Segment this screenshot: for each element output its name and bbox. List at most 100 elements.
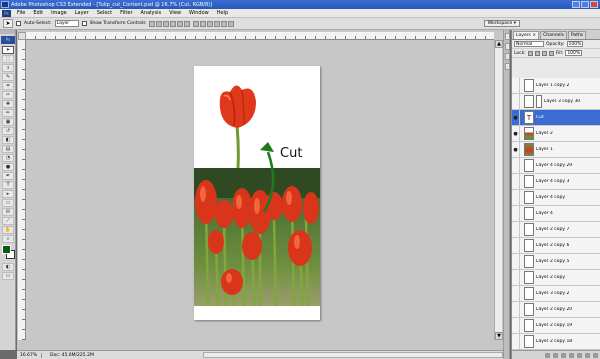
menu-edit[interactable]: Edit [29,10,47,16]
layer-row[interactable]: Layer 4 copy [512,189,600,206]
layer-row[interactable]: Layer 2 copy 20 [512,301,600,318]
history-panel-icon[interactable] [504,33,510,40]
maximize-icon[interactable] [581,1,589,8]
type-tool-icon[interactable]: T [2,181,14,189]
shape-tool-icon[interactable]: ▭ [2,199,14,207]
layer-row[interactable]: Layer 4 [512,205,600,222]
tab-channels[interactable]: Channels [540,31,567,39]
gradient-tool-icon[interactable]: ▤ [2,145,14,153]
horizontal-scrollbar[interactable] [203,352,503,358]
toolbox-badge[interactable]: Ps [1,36,15,44]
align-middle-icon[interactable] [155,20,162,27]
visibility-eye-icon[interactable] [512,333,520,350]
fill-input[interactable]: 100% [565,50,583,56]
menu-window[interactable]: Window [185,10,213,16]
layer-row[interactable]: Layer 2 copy [512,269,600,286]
layer-style-icon[interactable] [553,352,558,358]
layer-row[interactable]: ● T Cut [512,109,600,126]
blend-mode-select[interactable]: Normal [514,41,544,47]
lock-transparent-icon[interactable] [527,50,533,56]
visibility-eye-icon[interactable] [512,157,520,174]
visibility-eye-icon[interactable] [512,189,520,206]
quick-mask-icon[interactable]: ◐ [2,263,14,271]
layer-row[interactable]: ● Layer 1 [512,141,600,158]
app-menu-badge[interactable]: Ps [2,9,11,17]
layer-row[interactable]: Layer 4 copy 29 [512,157,600,174]
actions-panel-icon[interactable] [504,43,510,50]
notes-tool-icon[interactable]: ✉ [2,208,14,216]
foreground-color-swatch[interactable] [2,245,11,254]
visibility-eye-icon[interactable]: ● [512,109,520,126]
layer-mask-icon[interactable] [561,352,566,358]
visibility-eye-icon[interactable] [512,301,520,318]
menu-file[interactable]: File [13,10,29,16]
healing-tool-icon[interactable]: ✚ [2,100,14,108]
lock-all-icon[interactable] [548,50,554,56]
visibility-eye-icon[interactable] [512,253,520,270]
distribute-left-icon[interactable] [213,20,220,27]
tab-paths[interactable]: Paths [567,31,587,39]
visibility-eye-icon[interactable] [512,173,520,190]
opacity-input[interactable]: 100% [566,41,584,47]
doc-size-info[interactable]: Doc: 45.0M/225.2M [50,353,94,358]
lasso-tool-icon[interactable]: ↄ [2,64,14,72]
brush-tool-icon[interactable]: ✏ [2,109,14,117]
distribute-center-icon[interactable] [220,20,227,27]
menu-layer[interactable]: Layer [71,10,93,16]
toolbox-grip[interactable] [0,30,15,34]
lock-position-icon[interactable] [541,50,547,56]
visibility-eye-icon[interactable] [512,93,520,110]
menu-image[interactable]: Image [47,10,71,16]
layer-row[interactable]: Layer 2 copy 7 [512,221,600,238]
blur-tool-icon[interactable]: ◔ [2,154,14,162]
path-select-tool-icon[interactable]: ▸ [2,190,14,198]
menu-analysis[interactable]: Analysis [137,10,166,16]
visibility-eye-icon[interactable] [512,237,520,254]
layer-row[interactable]: Layer 2 copy 18 [512,333,600,350]
visibility-eye-icon[interactable] [512,205,520,222]
menu-select[interactable]: Select [93,10,116,16]
layer-row[interactable]: Layer 3 copy 30 [512,93,600,110]
quick-select-tool-icon[interactable]: ✎ [2,73,14,81]
distribute-middle-icon[interactable] [199,20,206,27]
distribute-top-icon[interactable] [192,20,199,27]
character-panel-icon[interactable] [504,53,510,60]
distribute-right-icon[interactable] [227,20,234,27]
visibility-eye-icon[interactable]: ● [512,141,520,158]
align-left-icon[interactable] [169,20,176,27]
ruler-origin[interactable] [18,32,26,40]
distribute-bottom-icon[interactable] [206,20,213,27]
horizontal-ruler[interactable] [26,32,494,40]
scroll-down-icon[interactable]: ▼ [495,332,503,340]
auto-select-dropdown[interactable]: Layer [54,20,79,27]
move-tool-icon[interactable]: ➤ [3,19,13,28]
paragraph-panel-icon[interactable] [504,63,510,70]
adjustment-layer-icon[interactable] [569,352,574,358]
slice-tool-icon[interactable]: ✂ [2,91,14,99]
align-right-icon[interactable] [183,20,190,27]
hand-tool-icon[interactable]: ✋ [2,226,14,234]
minimize-icon[interactable] [572,1,580,8]
layer-row[interactable]: Layer 3 copy 2 [512,285,600,302]
lock-pixels-icon[interactable] [534,50,540,56]
crop-tool-icon[interactable]: ⌗ [2,82,14,90]
align-center-icon[interactable] [176,20,183,27]
eraser-tool-icon[interactable]: ◧ [2,136,14,144]
pen-tool-icon[interactable]: ✒ [2,172,14,180]
layer-row[interactable]: Layer 2 copy 19 [512,317,600,334]
vertical-scrollbar[interactable]: ▲ ▼ [494,40,503,340]
visibility-eye-icon[interactable] [512,269,520,286]
menu-help[interactable]: Help [213,10,232,16]
vertical-ruler[interactable] [18,40,26,340]
visibility-eye-icon[interactable] [512,285,520,302]
layer-row[interactable]: Layer 1 copy 2 [512,77,600,94]
menu-filter[interactable]: Filter [116,10,136,16]
screen-mode-icon[interactable]: ▭ [2,272,14,280]
workspace-button[interactable]: Workspace ▾ [483,20,520,27]
history-brush-tool-icon[interactable]: ↺ [2,127,14,135]
link-layers-icon[interactable] [545,352,550,358]
visibility-eye-icon[interactable] [512,317,520,334]
tab-layers[interactable]: Layers × [513,31,540,39]
move-tool-icon[interactable]: ➤ [2,46,14,54]
zoom-tool-icon[interactable]: ⌕ [2,235,14,243]
